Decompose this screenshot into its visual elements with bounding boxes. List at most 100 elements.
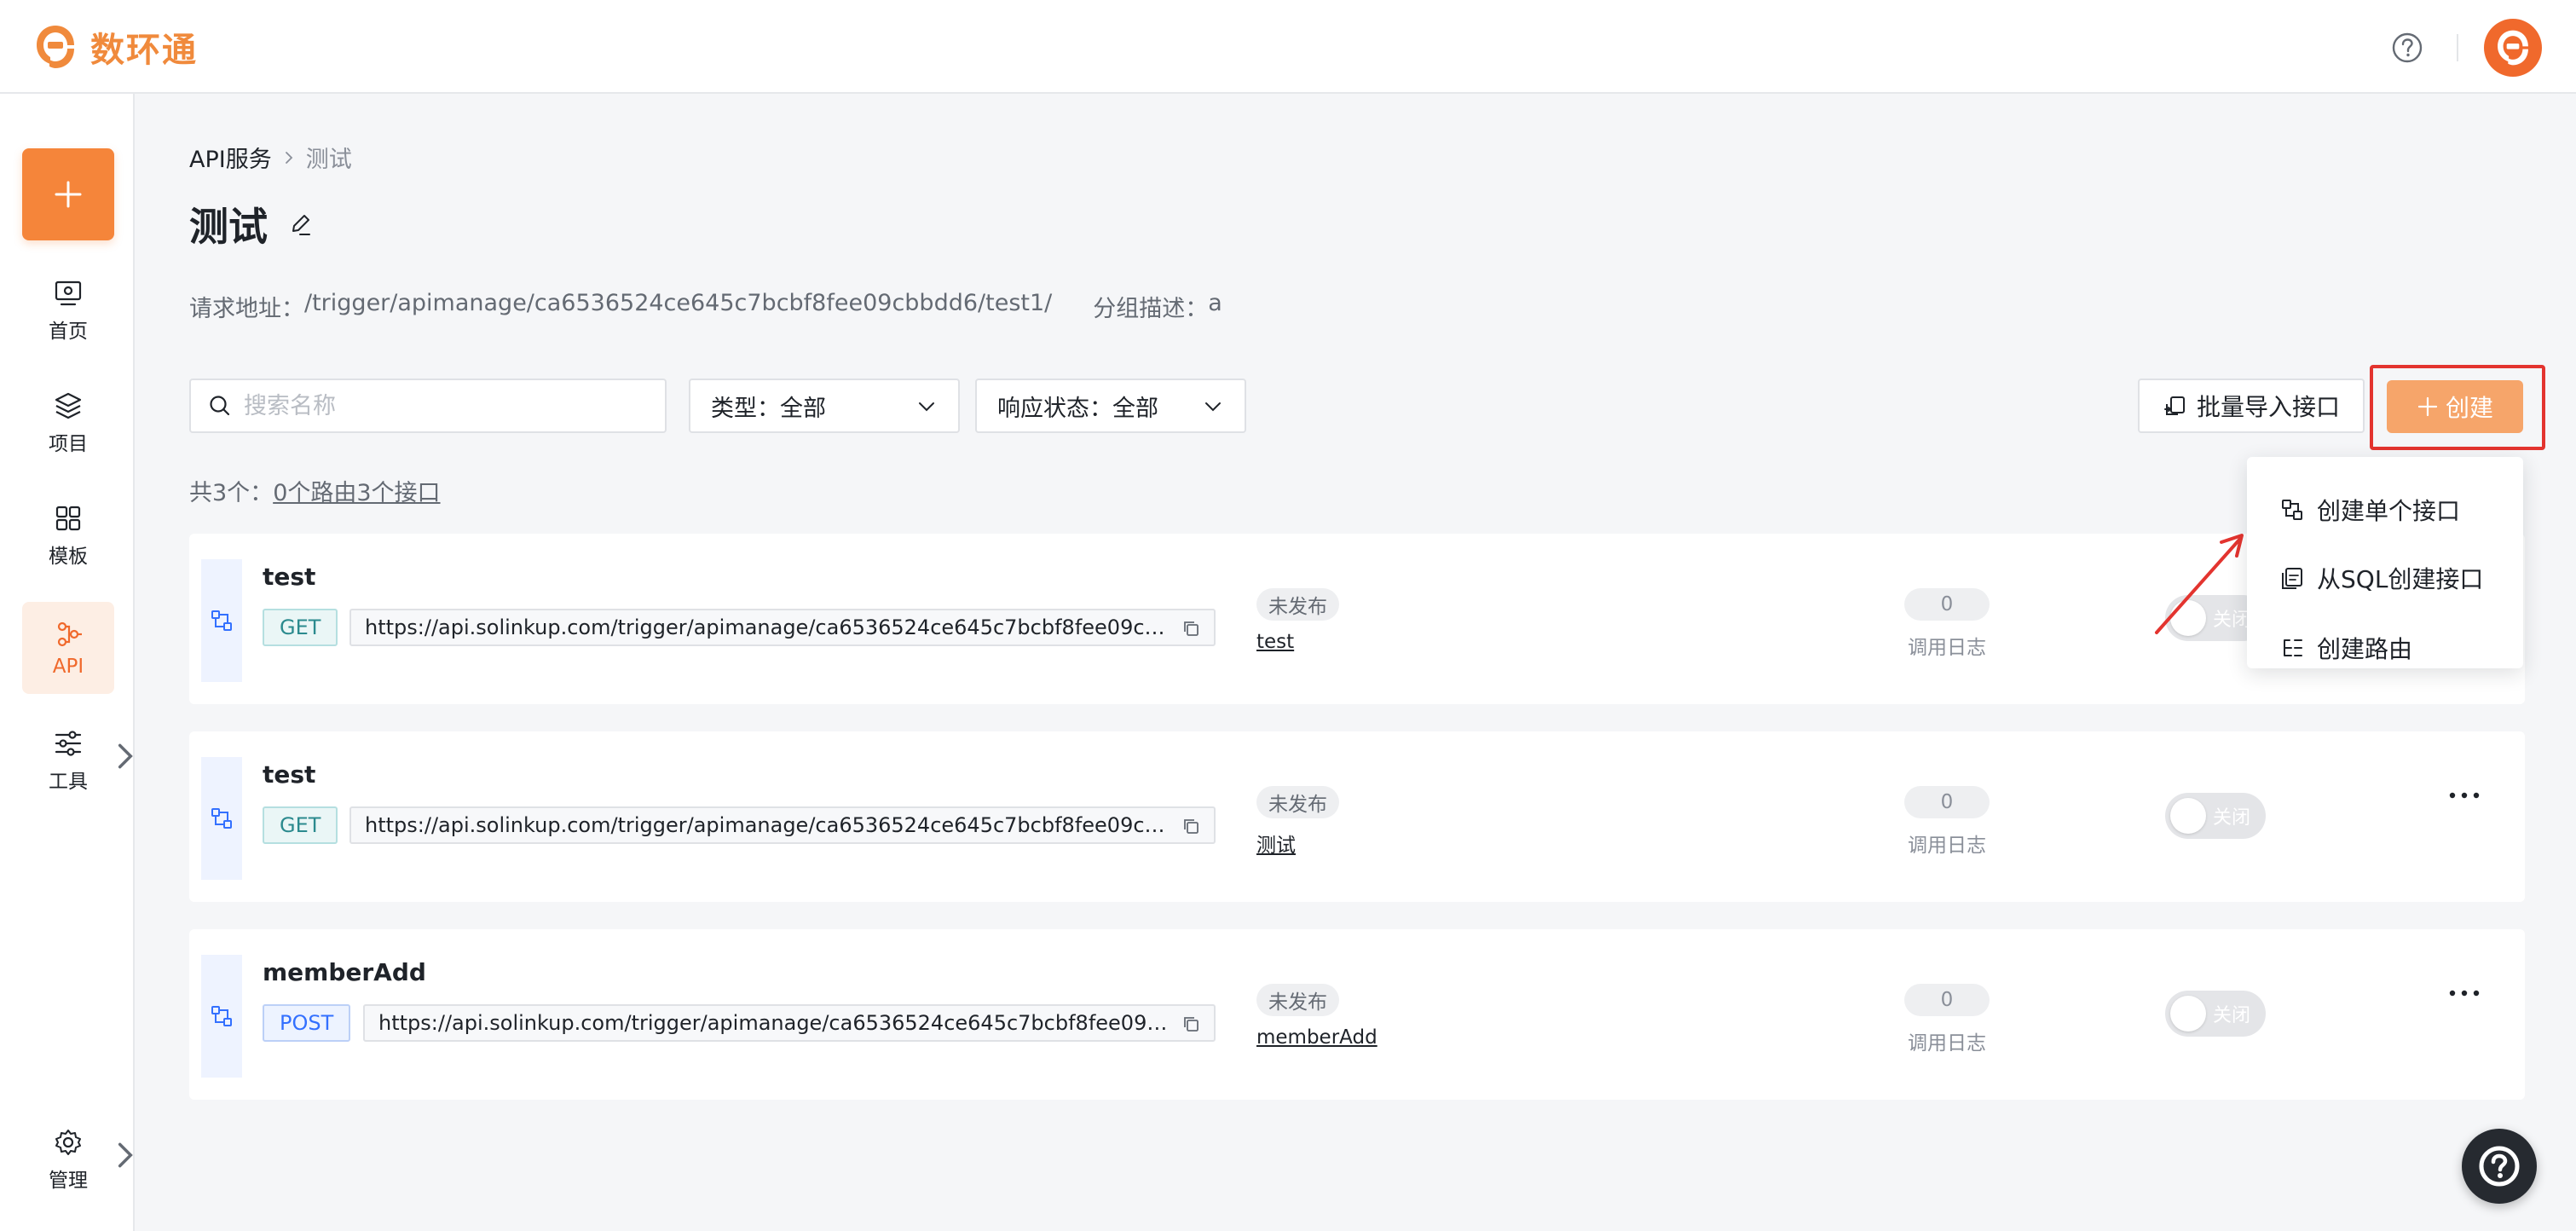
request-url-label: 请求地址： (189, 296, 304, 322)
api-url: https://api.solinkup.com/trigger/apimana… (349, 806, 1216, 844)
api-card[interactable]: test GET https://api.solinkup.com/trigge… (189, 731, 2525, 902)
interface-icon (2282, 500, 2302, 520)
method-badge: POST (263, 1004, 351, 1042)
search-box (189, 379, 667, 433)
chevron-right-icon (118, 1142, 133, 1168)
status-select[interactable]: 响应状态：全部 (975, 379, 1246, 433)
summary-count: 共3个：0个路由3个接口 (189, 474, 441, 507)
call-log-link[interactable]: 调用日志 (1904, 1026, 1990, 1055)
method-badge: GET (263, 806, 338, 844)
sidebar-item-templates[interactable]: 模板 (22, 489, 114, 581)
breadcrumb-current: 测试 (305, 147, 352, 173)
type-select[interactable]: 类型：全部 (689, 379, 960, 433)
api-url-text: https://api.solinkup.com/trigger/apimana… (378, 1011, 1170, 1035)
enable-toggle[interactable]: 关闭 (2165, 991, 2266, 1037)
page-title: 测试 (189, 196, 314, 252)
batch-import-button[interactable]: 批量导入接口 (2138, 379, 2365, 433)
api-description[interactable]: test (1256, 631, 1294, 653)
copy-icon[interactable] (1181, 619, 1200, 638)
copy-icon[interactable] (1181, 1014, 1200, 1033)
batch-import-label: 批量导入接口 (2196, 393, 2340, 421)
enable-toggle[interactable]: 关闭 (2165, 793, 2266, 839)
header-divider (2457, 34, 2458, 61)
menu-item-label: 创建路由 (2317, 635, 2413, 663)
grid-icon (55, 506, 81, 531)
api-description[interactable]: 测试 (1256, 829, 1296, 858)
chevron-right-icon (285, 151, 292, 164)
summary-total: 共3个： (189, 480, 274, 506)
api-name[interactable]: memberAdd (263, 958, 426, 986)
interface-icon (211, 808, 232, 829)
edit-icon[interactable] (286, 211, 314, 238)
help-chat-button[interactable] (2462, 1129, 2537, 1204)
app-name: 数环通 (90, 31, 198, 70)
publish-status-badge: 未发布 (1256, 588, 1339, 621)
sliders-icon (55, 731, 82, 756)
sidebar-item-label: 工具 (49, 771, 88, 793)
interface-icon (211, 1006, 232, 1026)
status-select-value: 响应状态：全部 (997, 395, 1158, 422)
search-icon (210, 396, 230, 416)
summary-detail-link[interactable]: 0个路由3个接口 (273, 480, 440, 506)
copy-icon[interactable] (1181, 817, 1200, 835)
toggle-label: 关闭 (2212, 807, 2250, 829)
create-dropdown-menu: 创建单个接口 从SQL创建接口 创建路由 (2247, 457, 2523, 668)
import-icon (2163, 396, 2185, 415)
layers-icon (55, 392, 82, 419)
sidebar-item-label: API (52, 656, 84, 678)
method-badge: GET (263, 609, 338, 646)
call-count: 0 (1904, 786, 1990, 818)
menu-item-label: 创建单个接口 (2317, 497, 2461, 525)
app-logo[interactable]: 数环通 (32, 22, 198, 72)
chevron-down-icon (1205, 402, 1221, 412)
more-icon[interactable] (2445, 783, 2484, 808)
api-type-strip (201, 757, 242, 880)
menu-item-create-single-api[interactable]: 创建单个接口 (2279, 493, 2460, 527)
user-avatar[interactable] (2484, 19, 2542, 77)
top-header: 数环通 (0, 0, 2576, 94)
call-count: 0 (1904, 588, 1990, 621)
sidebar-item-tools[interactable]: 工具 (22, 714, 133, 806)
menu-item-create-route[interactable]: 创建路由 (2279, 631, 2412, 665)
help-icon[interactable] (2391, 32, 2423, 64)
api-url: https://api.solinkup.com/trigger/apimana… (363, 1004, 1216, 1042)
sidebar: 首页 项目 模板 API 工具 管理 (0, 94, 135, 1231)
logo-icon (37, 26, 74, 68)
request-url-value: /trigger/apimanage/ca6536524ce645c7bcbf8… (304, 290, 1053, 316)
sidebar-item-api[interactable]: API (22, 602, 114, 694)
sidebar-item-label: 管理 (49, 1170, 88, 1192)
sidebar-add-button[interactable] (22, 148, 114, 240)
sidebar-item-projects[interactable]: 项目 (22, 377, 114, 469)
sql-icon (2282, 568, 2302, 589)
sidebar-item-label: 项目 (49, 433, 88, 455)
sidebar-item-admin[interactable]: 管理 (22, 1113, 133, 1205)
search-input[interactable] (244, 392, 653, 419)
menu-item-create-from-sql[interactable]: 从SQL创建接口 (2279, 561, 2483, 595)
more-icon[interactable] (2445, 980, 2484, 1006)
call-count: 0 (1904, 984, 1990, 1016)
help-icon (2479, 1146, 2520, 1187)
api-type-strip (201, 955, 242, 1078)
api-description[interactable]: memberAdd (1256, 1026, 1378, 1049)
plus-icon (55, 181, 82, 208)
interface-icon (211, 610, 232, 631)
chevron-down-icon (919, 402, 934, 412)
menu-item-label: 从SQL创建接口 (2317, 565, 2484, 593)
breadcrumb: API服务 测试 (189, 141, 352, 174)
group-desc-label: 分组描述： (1093, 296, 1209, 322)
breadcrumb-parent[interactable]: API服务 (189, 141, 272, 174)
api-name[interactable]: test (263, 563, 315, 591)
toggle-label: 关闭 (2212, 1005, 2250, 1026)
api-card[interactable]: memberAdd POST https://api.solinkup.com/… (189, 929, 2525, 1100)
avatar-logo-icon (2498, 30, 2528, 66)
sidebar-item-home[interactable]: 首页 (22, 264, 114, 356)
chevron-right-icon (118, 743, 133, 769)
api-url: https://api.solinkup.com/trigger/apimana… (349, 609, 1216, 646)
api-name[interactable]: test (263, 760, 315, 789)
call-log-link[interactable]: 调用日志 (1904, 631, 1990, 660)
group-desc-value: a (1208, 290, 1222, 316)
annotation-arrow (2155, 534, 2244, 634)
call-log-link[interactable]: 调用日志 (1904, 829, 1990, 858)
monitor-icon (55, 280, 82, 306)
sidebar-item-label: 首页 (49, 321, 88, 343)
